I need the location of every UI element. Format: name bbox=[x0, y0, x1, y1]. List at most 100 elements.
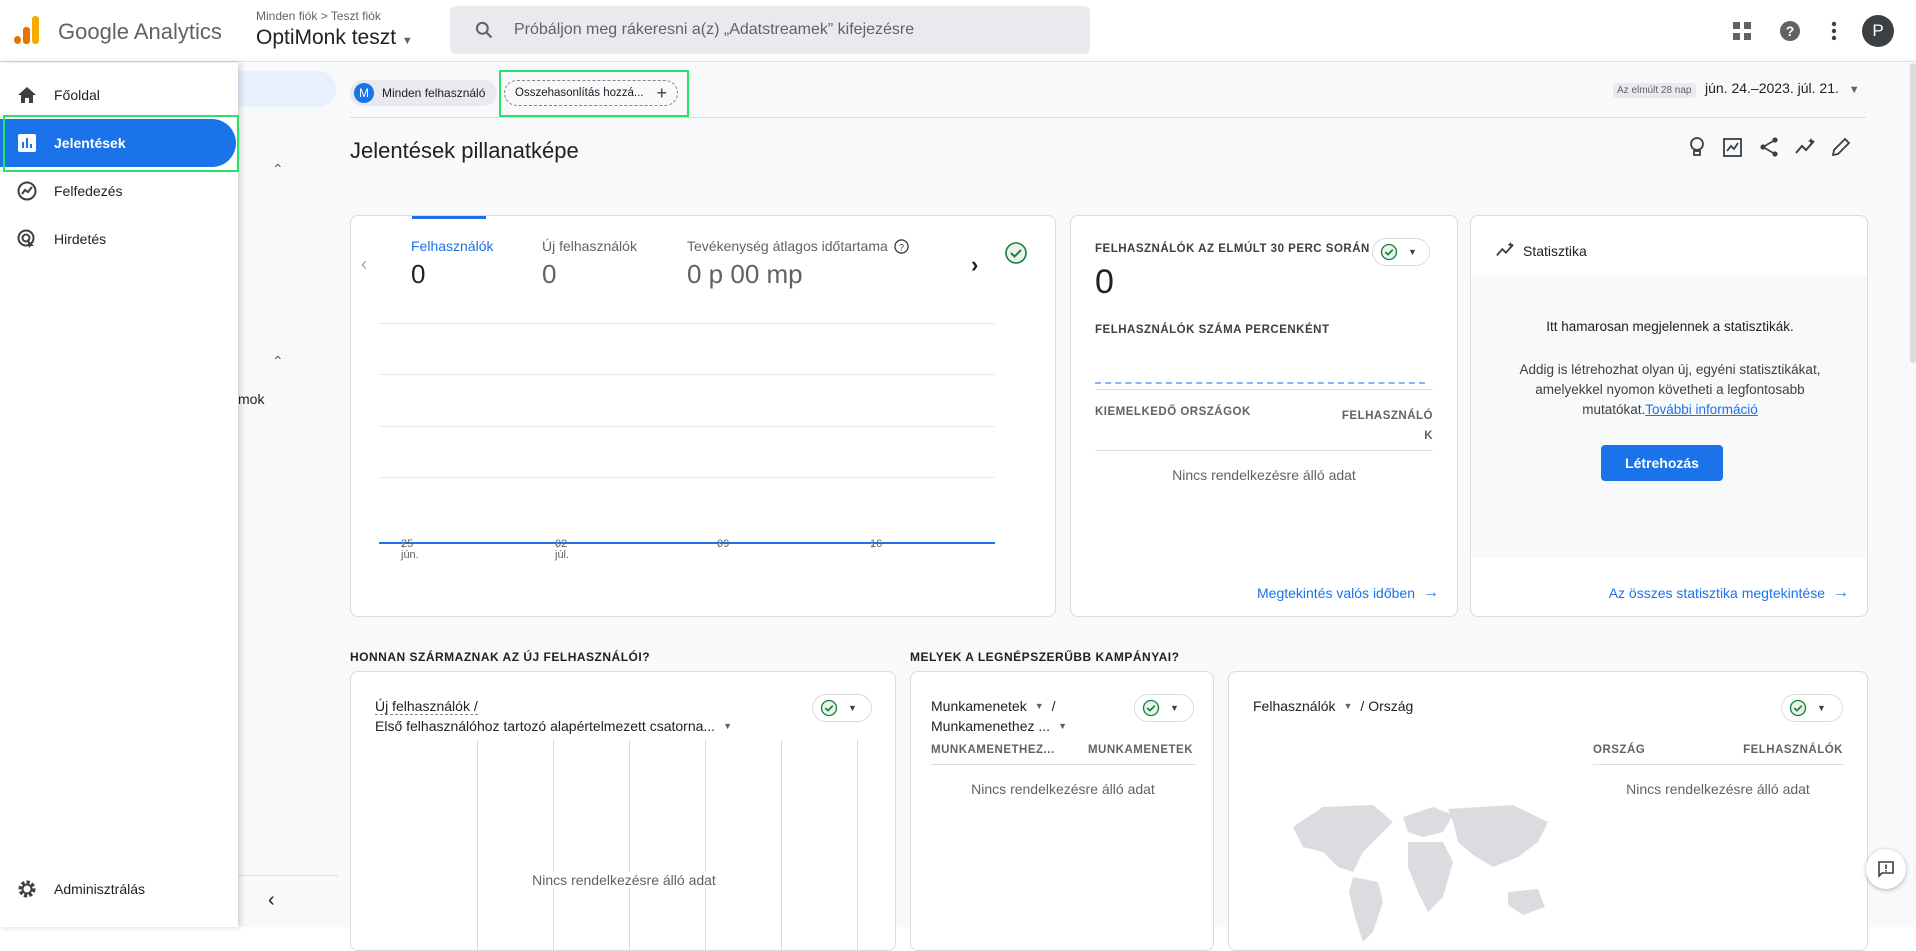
metric-selector[interactable]: Új felhasználók / bbox=[375, 698, 478, 715]
metric-tab-new-users[interactable]: Új felhasználók 0 bbox=[542, 238, 637, 290]
realtime-card: FELHASZNÁLÓK AZ ELMÚLT 30 PERC SORÁN ▼ 0… bbox=[1070, 215, 1458, 617]
check-circle-icon bbox=[1380, 243, 1398, 261]
link-label: Az összes statisztika megtekintése bbox=[1608, 585, 1825, 601]
analytics-logo-icon[interactable] bbox=[14, 16, 40, 44]
collapse-nav-icon[interactable]: ‹ bbox=[268, 889, 275, 912]
gridline bbox=[781, 740, 782, 950]
segment-chip[interactable]: M Minden felhasználó bbox=[350, 80, 498, 106]
realtime-check-menu[interactable]: ▼ bbox=[1372, 238, 1430, 266]
column-header-country: KIEMELKEDŐ ORSZÁGOK bbox=[1095, 406, 1251, 418]
check-circle-icon bbox=[820, 699, 838, 717]
metric-label: Tevékenység átlagos időtartama bbox=[687, 238, 888, 254]
date-prefix: Az elmúlt 28 nap bbox=[1613, 83, 1696, 98]
metric-value: 0 bbox=[411, 259, 426, 289]
account-avatar[interactable]: P bbox=[1862, 15, 1894, 47]
more-vert-icon[interactable] bbox=[1821, 18, 1847, 44]
realtime-value: 0 bbox=[1095, 263, 1114, 301]
nav-item-explore[interactable]: Felfedezés bbox=[0, 167, 238, 215]
caret-down-icon: ▼ bbox=[401, 35, 413, 47]
apps-grid-icon[interactable] bbox=[1729, 18, 1755, 44]
nav-item-advertising[interactable]: Hirdetés bbox=[0, 215, 238, 263]
section-title-campaigns: MELYEK A LEGNÉPSZERŰBB KAMPÁNYAI? bbox=[910, 650, 1180, 664]
nav-item-admin[interactable]: Adminisztrálás bbox=[0, 865, 238, 913]
metric-label: Felhasználók bbox=[411, 238, 494, 254]
realtime-title: FELHASZNÁLÓK AZ ELMÚLT 30 PERC SORÁN bbox=[1095, 243, 1370, 255]
help-outline-icon[interactable]: ? bbox=[894, 238, 909, 254]
breadcrumb-property[interactable]: Teszt fiók bbox=[331, 9, 381, 23]
dimension-selector[interactable]: Első felhasználóhoz tartozó alapértelmez… bbox=[375, 718, 732, 734]
gear-icon bbox=[16, 878, 38, 900]
empty-state: Nincs rendelkezésre álló adat bbox=[1172, 467, 1356, 483]
gridline bbox=[379, 374, 995, 375]
section-title-new-users: HONNAN SZÁRMAZNAK AZ ÚJ FELHASZNÁLÓI? bbox=[350, 650, 651, 664]
gridline bbox=[379, 426, 995, 427]
gridline bbox=[705, 740, 706, 950]
active-tab-indicator bbox=[412, 216, 486, 219]
breadcrumb[interactable]: Minden fiók > Teszt fiók bbox=[256, 9, 381, 23]
nav-item-home[interactable]: Főoldal bbox=[0, 71, 238, 119]
metric-tab-engagement[interactable]: Tevékenység átlagos időtartama ? 0 p 00 … bbox=[687, 238, 909, 290]
check-circle-icon bbox=[1789, 699, 1807, 717]
insights-card: Statisztika Itt hamarosan megjelennek a … bbox=[1470, 215, 1868, 617]
caret-down-icon: ▼ bbox=[848, 703, 857, 713]
search-bar[interactable]: Próbáljon meg rákeresni a(z) „Adatstream… bbox=[450, 6, 1090, 54]
metric-selector[interactable]: Felhasználók ▼ / Ország bbox=[1253, 698, 1413, 714]
main-content: M Minden felhasználó Összehasonlítás hoz… bbox=[338, 63, 1916, 951]
learn-more-link[interactable]: További információ bbox=[1645, 402, 1758, 417]
dimension-selector[interactable]: Munkamenethez ... ▼ bbox=[931, 718, 1067, 734]
customize-report-icon[interactable] bbox=[1722, 136, 1744, 158]
share-icon[interactable] bbox=[1758, 136, 1780, 158]
divider bbox=[350, 117, 1866, 118]
sessions-card: Munkamenetek ▼ / Munkamenethez ... ▼ ▼ MUNK… bbox=[910, 671, 1214, 951]
create-insight-button[interactable]: Létrehozás bbox=[1601, 445, 1723, 481]
nav-label: Adminisztrálás bbox=[54, 881, 146, 897]
highlight-box bbox=[3, 115, 239, 172]
country-card: Felhasználók ▼ / Ország ▼ ORSZÁG FELHASZNÁ… bbox=[1228, 671, 1868, 951]
caret-down-icon: ▼ bbox=[1848, 84, 1860, 96]
chevron-up-icon[interactable]: ⌃ bbox=[272, 161, 284, 178]
per-minute-bars bbox=[1095, 381, 1425, 384]
caret-down-icon: ▼ bbox=[1817, 703, 1826, 713]
check-circle-icon[interactable] bbox=[1004, 241, 1028, 265]
channel-check-menu[interactable]: ▼ bbox=[812, 694, 872, 722]
property-selector[interactable]: OptiMonk teszt ▼ bbox=[256, 26, 413, 50]
metric-tab-users[interactable]: Felhasználók 0 bbox=[411, 238, 494, 290]
divider bbox=[1095, 450, 1433, 451]
insights-text: Addig is létrehozhat olyan új, egyéni st… bbox=[1519, 362, 1821, 417]
svg-text:?: ? bbox=[1786, 23, 1795, 39]
divider bbox=[238, 875, 338, 876]
per-minute-title: FELHASZNÁLÓK SZÁMA PERCENKÉNT bbox=[1095, 324, 1330, 336]
x-tick-label: 16 bbox=[870, 538, 883, 550]
edit-icon[interactable] bbox=[1830, 136, 1852, 158]
feedback-button[interactable] bbox=[1866, 849, 1906, 889]
insights-icon[interactable] bbox=[1794, 136, 1816, 158]
country-check-menu[interactable]: ▼ bbox=[1781, 694, 1843, 722]
lightbulb-icon[interactable] bbox=[1686, 136, 1708, 158]
insights-body: Itt hamarosan megjelennek a statisztikák… bbox=[1471, 276, 1867, 558]
chevron-right-icon[interactable]: › bbox=[971, 252, 978, 278]
sessions-check-menu[interactable]: ▼ bbox=[1134, 694, 1194, 722]
breadcrumb-account[interactable]: Minden fiók bbox=[256, 9, 317, 23]
feedback-icon bbox=[1878, 861, 1894, 878]
metric-label: Új felhasználók bbox=[542, 238, 637, 254]
secondary-nav-item[interactable]: mok bbox=[238, 391, 264, 407]
caret-down-icon: ▼ bbox=[1170, 703, 1179, 713]
scrollbar[interactable] bbox=[1910, 63, 1916, 363]
page-title: Jelentések pillanatképe bbox=[350, 138, 579, 163]
advertising-icon bbox=[16, 228, 38, 250]
metric-selector[interactable]: Munkamenetek ▼ / bbox=[931, 698, 1056, 714]
date-range-picker[interactable]: jún. 24.–2023. júl. 21. ▼ bbox=[1705, 80, 1860, 96]
secondary-nav: ⌃ ⌃ mok ‹ bbox=[228, 63, 338, 927]
highlight-box bbox=[499, 70, 689, 117]
search-placeholder: Próbáljon meg rákeresni a(z) „Adatstream… bbox=[514, 21, 915, 38]
insights-heading: Itt hamarosan megjelennek a statisztikák… bbox=[1546, 319, 1794, 334]
view-all-insights-link[interactable]: Az összes statisztika megtekintése → bbox=[1609, 584, 1849, 602]
column-header-country: ORSZÁG bbox=[1593, 744, 1646, 756]
chevron-up-icon[interactable]: ⌃ bbox=[272, 353, 284, 370]
chevron-left-icon[interactable]: ‹ bbox=[361, 254, 367, 275]
help-icon[interactable]: ? bbox=[1777, 18, 1803, 44]
arrow-right-icon: → bbox=[1423, 584, 1439, 601]
svg-text:?: ? bbox=[899, 242, 904, 252]
view-realtime-link[interactable]: Megtekintés valós időben → bbox=[1257, 584, 1439, 602]
column-header-users: FELHASZNÁLÓK bbox=[1743, 744, 1843, 756]
